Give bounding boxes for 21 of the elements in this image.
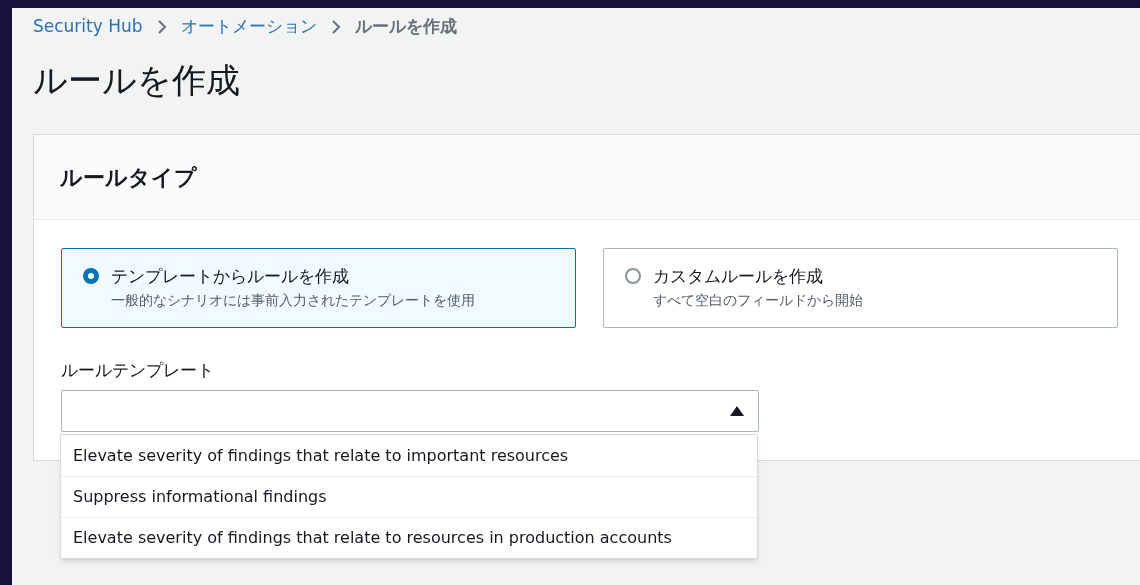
radio-description: 一般的なシナリオには事前入力されたテンプレートを使用 <box>111 290 475 310</box>
radio-button[interactable] <box>83 268 99 284</box>
radio-label: カスタムルールを作成 <box>653 265 824 288</box>
chevron-icon <box>330 19 341 35</box>
field-label: ルールテンプレート <box>61 359 215 382</box>
radio-button[interactable] <box>625 268 641 284</box>
chevron-icon <box>156 19 167 35</box>
breadcrumb-link[interactable]: オートメーション <box>180 14 317 40</box>
breadcrumb-current: ルールを作成 <box>354 15 457 39</box>
template-select[interactable] <box>61 389 759 432</box>
card-title: ルールタイプ <box>60 163 197 192</box>
dropdown-option[interactable]: Elevate severity of findings that relate to resources in production accounts <box>61 517 757 558</box>
dropdown-option[interactable]: Suppress informational findings <box>61 476 757 517</box>
radio-tile[interactable]: テンプレートからルールを作成 一般的なシナリオには事前入力されたテンプレートを使用 <box>61 248 576 328</box>
radio-tile[interactable]: カスタムルールを作成 すべて空白のフィールドから開始 <box>603 248 1118 328</box>
caret-up-icon <box>730 405 744 416</box>
dropdown-option[interactable]: Elevate severity of findings that relate to important resources <box>61 435 757 476</box>
radio-description: すべて空白のフィールドから開始 <box>653 290 863 310</box>
page-title: ルールを作成 <box>33 59 241 102</box>
radio-label: テンプレートからルールを作成 <box>111 265 350 288</box>
breadcrumb-link[interactable]: Security Hub <box>33 14 143 40</box>
